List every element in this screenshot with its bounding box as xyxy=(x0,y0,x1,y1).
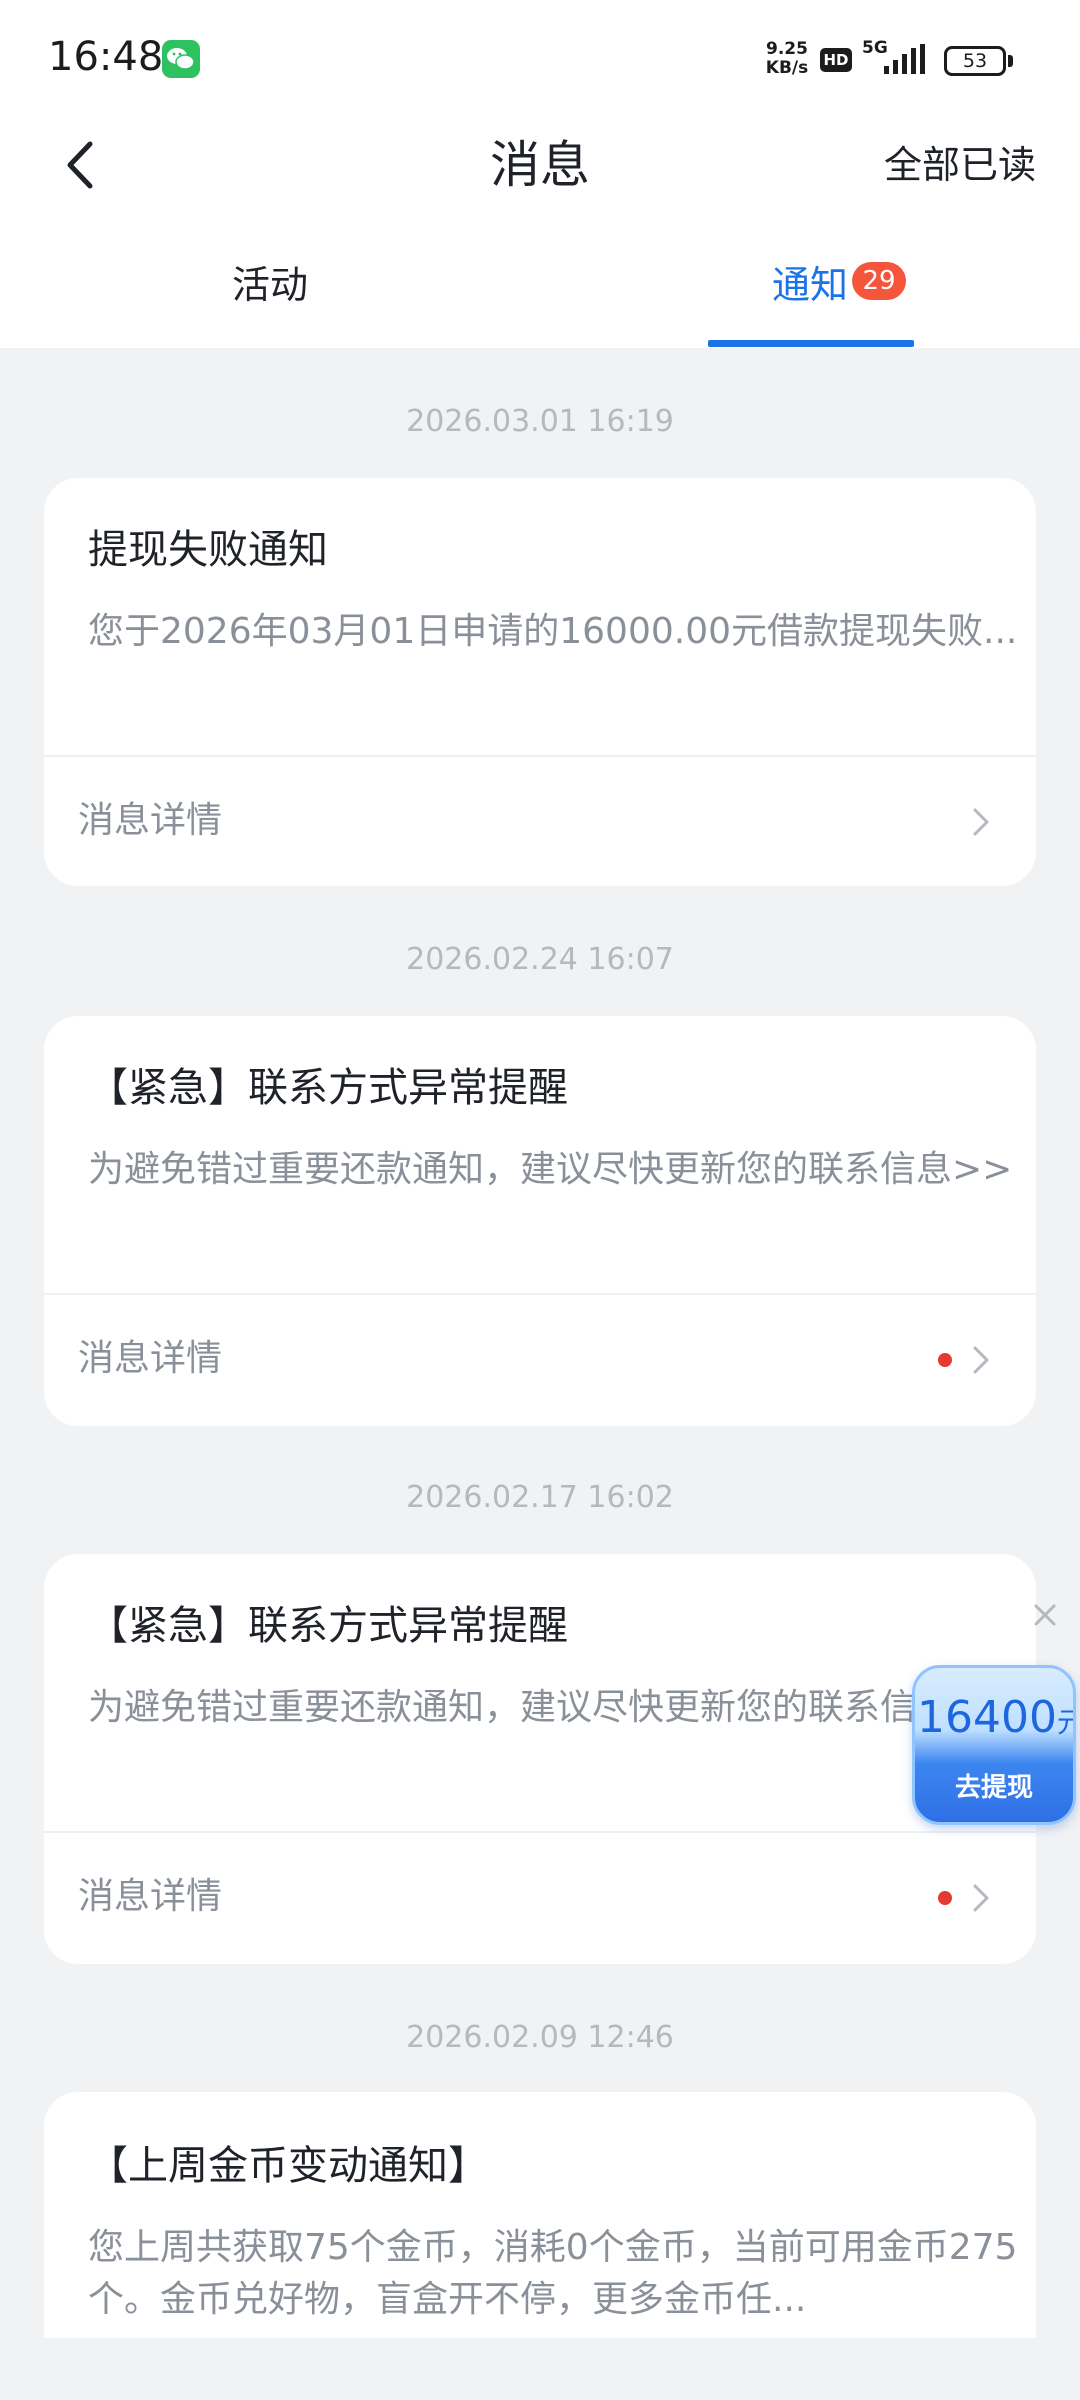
tab-notice-badge: 29 xyxy=(852,262,906,300)
signal-icon xyxy=(884,44,925,74)
message-timestamp: 2026.02.24 16:07 xyxy=(406,942,674,977)
network-speed-value: 9.25 xyxy=(766,39,808,59)
message-detail-label: 消息详情 xyxy=(78,800,223,841)
withdraw-float-widget[interactable]: 16400元 去提现 xyxy=(912,1665,1076,1825)
network-speed-unit: KB/s xyxy=(765,58,809,78)
message-detail-label: 消息详情 xyxy=(78,1338,223,1379)
withdraw-amount-value: 16400 xyxy=(917,1692,1057,1743)
message-title: 【紧急】联系方式异常提醒 xyxy=(88,1065,568,1111)
wechat-icon xyxy=(162,40,200,78)
message-title: 【紧急】联系方式异常提醒 xyxy=(88,1603,568,1649)
message-card[interactable]: 【紧急】联系方式异常提醒 为避免错过重要还款通知，建议尽快更新您的联系信息>> … xyxy=(44,1554,1036,1964)
message-detail-link[interactable]: 消息详情 xyxy=(44,1833,1036,1963)
chevron-right-icon xyxy=(973,1346,989,1374)
message-title: 提现失败通知 xyxy=(88,527,328,573)
message-detail-label: 消息详情 xyxy=(78,1876,223,1917)
message-body: 您于2026年03月01日申请的16000.00元借款提现失败... xyxy=(88,611,1018,652)
message-timestamp: 2026.02.09 12:46 xyxy=(406,2020,674,2055)
message-timestamp: 2026.03.01 16:19 xyxy=(406,404,674,439)
message-detail-link[interactable]: 消息详情 xyxy=(44,757,1036,886)
unread-dot xyxy=(938,1353,952,1367)
battery-tip xyxy=(1008,55,1013,67)
message-card[interactable]: 【紧急】联系方式异常提醒 为避免错过重要还款通知，建议尽快更新您的联系信息>> … xyxy=(44,1016,1036,1426)
withdraw-amount-unit: 元 xyxy=(1057,1706,1073,1739)
message-body: 为避免错过重要还款通知，建议尽快更新您的联系信息>> xyxy=(88,1149,1013,1190)
battery-icon: 53 xyxy=(944,46,1006,76)
mark-all-read-button[interactable]: 全部已读 xyxy=(884,140,1036,190)
status-time: 16:48 xyxy=(48,34,164,80)
tab-active-indicator xyxy=(708,340,914,347)
withdraw-button-label: 去提现 xyxy=(954,1773,1033,1803)
message-detail-link[interactable]: 消息详情 xyxy=(44,1295,1036,1425)
message-body: 为避免错过重要还款通知，建议尽快更新您的联系信息>> xyxy=(88,1687,1013,1728)
status-bar: 16:48 9.25 KB/s HD 5G 53 xyxy=(0,0,1080,120)
message-title: 【上周金币变动通知】 xyxy=(88,2143,488,2189)
chevron-right-icon xyxy=(973,1884,989,1912)
message-timestamp: 2026.02.17 16:02 xyxy=(406,1480,674,1515)
unread-dot xyxy=(938,1891,952,1905)
network-speed: 9.25 KB/s xyxy=(760,40,814,78)
hd-icon: HD xyxy=(820,48,852,72)
tab-activity[interactable]: 活动 xyxy=(232,258,308,312)
message-card[interactable]: 提现失败通知 您于2026年03月01日申请的16000.00元借款提现失败..… xyxy=(44,478,1036,886)
tab-notice[interactable]: 通知 xyxy=(772,258,848,312)
back-button[interactable] xyxy=(56,130,104,200)
close-icon[interactable] xyxy=(1030,1600,1060,1630)
bottom-fade xyxy=(0,2338,1080,2400)
chevron-right-icon xyxy=(973,808,989,836)
chevron-left-icon xyxy=(67,141,93,189)
message-body: 您上周共获取75个金币，消耗0个金币，当前可用金币275个。金币兑好物，盲盒开不… xyxy=(88,2227,1018,2320)
withdraw-amount: 16400元 xyxy=(917,1690,1073,1751)
